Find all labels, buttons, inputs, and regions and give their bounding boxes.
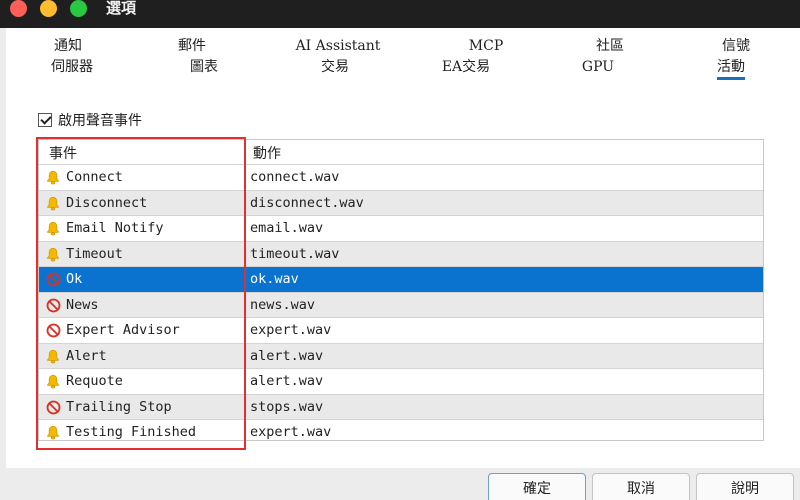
table-row[interactable]: Trailing Stop stops.wav: [39, 393, 763, 419]
action-file[interactable]: ok.wav: [250, 271, 299, 287]
tab-community[interactable]: 社區: [596, 38, 624, 54]
column-header-action[interactable]: 動作: [253, 143, 281, 163]
tab-ai-assistant[interactable]: AI Assistant: [296, 38, 381, 54]
action-file[interactable]: expert.wav: [250, 424, 331, 440]
disabled-icon: [46, 323, 61, 338]
window-title: 選項: [106, 0, 137, 17]
maximize-window-button[interactable]: [70, 0, 87, 17]
disabled-icon: [46, 400, 61, 415]
events-panel: 啟用聲音事件 事件 動作 Connect connect.wav Disconnec…: [6, 96, 800, 468]
action-file[interactable]: news.wav: [250, 297, 315, 313]
enable-sound-row[interactable]: 啟用聲音事件: [38, 110, 142, 130]
event-name: Testing Finished: [66, 424, 197, 440]
events-table: 事件 動作 Connect connect.wav Disconnect discon…: [38, 139, 764, 441]
ok-button[interactable]: 確定: [488, 473, 586, 500]
tab-gpu[interactable]: GPU: [582, 59, 614, 75]
enable-sound-checkbox[interactable]: [38, 113, 52, 127]
table-header: 事件 動作: [39, 140, 763, 164]
action-file[interactable]: expert.wav: [250, 322, 331, 338]
bell-icon: [46, 247, 60, 262]
tab-charts[interactable]: 圖表: [190, 59, 218, 75]
bell-icon: [46, 349, 60, 364]
table-body: Connect connect.wav Disconnect disconnect.w…: [39, 164, 763, 440]
cancel-button[interactable]: 取消: [592, 473, 690, 500]
event-name: News: [66, 296, 99, 313]
action-file[interactable]: disconnect.wav: [250, 195, 364, 211]
table-row[interactable]: Disconnect disconnect.wav: [39, 189, 763, 215]
bell-icon: [46, 221, 60, 236]
table-row[interactable]: Timeout timeout.wav: [39, 240, 763, 266]
bell-icon: [46, 374, 60, 389]
minimize-window-button[interactable]: [40, 0, 57, 17]
event-name: Email Notify: [66, 220, 164, 236]
action-file[interactable]: timeout.wav: [250, 246, 339, 262]
table-row[interactable]: Connect connect.wav: [39, 164, 763, 190]
event-name: Requote: [66, 373, 123, 389]
table-row[interactable]: Expert Advisor expert.wav: [39, 317, 763, 343]
column-divider: [244, 140, 245, 440]
table-row[interactable]: Testing Finished expert.wav: [39, 419, 763, 440]
bell-icon: [46, 425, 60, 440]
bell-icon: [46, 196, 60, 211]
enable-sound-label: 啟用聲音事件: [58, 113, 142, 129]
table-row[interactable]: Requote alert.wav: [39, 368, 763, 394]
disabled-icon: [46, 298, 61, 313]
column-header-event[interactable]: 事件: [49, 143, 77, 163]
table-row[interactable]: News news.wav: [39, 291, 763, 317]
event-name: Trailing Stop: [66, 398, 172, 415]
title-bar: 選項: [0, 0, 800, 28]
action-file[interactable]: alert.wav: [250, 373, 323, 389]
event-name: Alert: [66, 347, 107, 364]
action-file[interactable]: connect.wav: [250, 169, 339, 185]
table-row[interactable]: Alert alert.wav: [39, 342, 763, 368]
close-window-button[interactable]: [10, 0, 27, 17]
action-file[interactable]: alert.wav: [250, 348, 323, 364]
tab-email[interactable]: 郵件: [178, 38, 206, 54]
event-name: Expert Advisor: [66, 322, 180, 338]
tab-mcp[interactable]: MCP: [469, 38, 503, 54]
tab-bar: 通知 郵件 AI Assistant MCP 社區 信號 伺服器 圖表 交易 E…: [6, 28, 800, 96]
tab-notifications[interactable]: 通知: [54, 38, 82, 54]
tab-signals[interactable]: 信號: [722, 38, 750, 54]
event-name: Timeout: [66, 245, 123, 262]
event-name: Connect: [66, 169, 123, 185]
bell-icon: [46, 170, 60, 185]
table-row[interactable]: Email Notify email.wav: [39, 215, 763, 241]
event-name: Ok: [66, 271, 83, 287]
tab-events[interactable]: 活動: [717, 59, 745, 80]
help-button[interactable]: 說明: [696, 473, 794, 500]
tab-trade[interactable]: 交易: [321, 59, 349, 75]
table-row[interactable]: Ok ok.wav: [39, 266, 763, 292]
event-name: Disconnect: [66, 194, 148, 211]
disabled-icon: [46, 272, 61, 287]
action-file[interactable]: email.wav: [250, 220, 323, 236]
tab-server[interactable]: 伺服器: [51, 59, 93, 75]
action-file[interactable]: stops.wav: [250, 399, 323, 415]
tab-expert-advisors[interactable]: EA交易: [442, 59, 490, 75]
